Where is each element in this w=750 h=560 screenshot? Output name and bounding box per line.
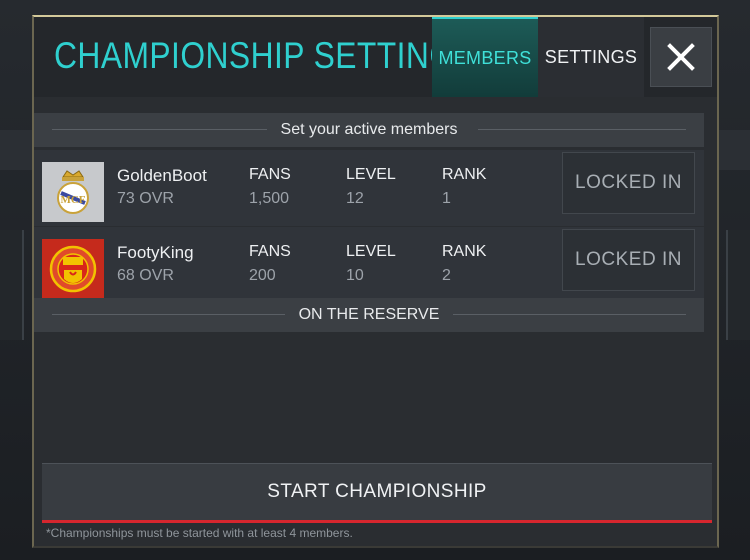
rank-value: 1 [442, 190, 451, 207]
member-ovr: 68 OVR [117, 267, 174, 284]
footnote: *Championships must be started with at l… [46, 526, 353, 540]
member-name: GoldenBoot [117, 166, 207, 185]
level-header: LEVEL [346, 166, 396, 183]
member-row: FootyKing 68 OVR FANS 200 LEVEL 10 RANK … [34, 227, 704, 303]
level-value: 12 [346, 190, 364, 207]
close-icon [667, 43, 695, 71]
reserve-label: ON THE RESERVE [284, 306, 454, 324]
close-button[interactable] [650, 27, 712, 87]
member-name: FootyKing [117, 243, 194, 262]
avatar [42, 239, 104, 299]
divider-line [478, 129, 686, 130]
locked-in-button[interactable]: LOCKED IN [562, 152, 695, 214]
locked-in-button[interactable]: LOCKED IN [562, 229, 695, 291]
real-madrid-crest-icon: MCF [57, 170, 89, 214]
level-header: LEVEL [346, 243, 396, 260]
fans-header: FANS [249, 243, 291, 260]
member-ovr: 73 OVR [117, 190, 174, 207]
active-members-label: Set your active members [266, 121, 472, 139]
dialog-title: CHAMPIONSHIP SETTINGS [54, 35, 477, 76]
start-championship-button[interactable]: START CHAMPIONSHIP [42, 463, 712, 523]
championship-settings-dialog: CHAMPIONSHIP SETTINGS MEMBERS SETTINGS S… [32, 15, 719, 548]
svg-text:MCF: MCF [60, 194, 85, 206]
rank-header: RANK [442, 166, 487, 183]
dialog-header: CHAMPIONSHIP SETTINGS MEMBERS SETTINGS [34, 17, 717, 97]
member-row: MCF GoldenBoot 73 OVR FANS 1,500 LEVEL 1… [34, 150, 704, 226]
background-panel-left [0, 230, 24, 340]
avatar: MCF [42, 162, 104, 222]
tab-members[interactable]: MEMBERS [432, 17, 538, 97]
fans-header: FANS [249, 166, 291, 183]
rank-header: RANK [442, 243, 487, 260]
active-members-header: Set your active members [34, 113, 704, 147]
manchester-united-crest-icon [49, 245, 97, 293]
fans-value: 1,500 [249, 190, 290, 207]
rank-value: 2 [442, 267, 451, 284]
level-value: 10 [346, 267, 364, 284]
divider-line [52, 129, 292, 130]
background-panel-right [726, 230, 750, 340]
divider-line [452, 314, 686, 315]
tab-settings[interactable]: SETTINGS [538, 17, 644, 97]
divider-line [52, 314, 302, 315]
reserve-header: ON THE RESERVE [34, 298, 704, 332]
fans-value: 200 [249, 267, 276, 284]
